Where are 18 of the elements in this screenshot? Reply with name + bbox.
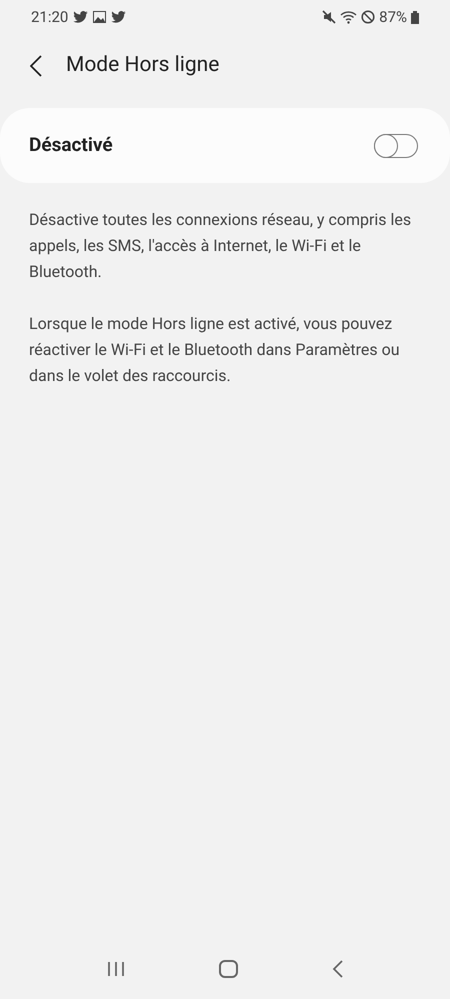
- page-title: Mode Hors ligne: [66, 52, 220, 80]
- description-text: Désactive toutes les connexions réseau, y compris les appels, les SMS, l'accès à Internet, le Wi-Fi et le Bluetooth.: [29, 209, 412, 283]
- battery-icon: [411, 10, 419, 24]
- recent-apps-icon[interactable]: [107, 961, 125, 977]
- toggle-switch[interactable]: [374, 134, 418, 158]
- home-icon[interactable]: [219, 960, 238, 978]
- bird-icon: [73, 11, 88, 23]
- mute-icon: [322, 10, 336, 24]
- back-icon: [30, 55, 42, 77]
- battery-level: 87%: [379, 6, 407, 28]
- status-time: 21:20: [31, 6, 68, 28]
- image-icon: [93, 11, 106, 23]
- description-text: Lorsque le mode Hors ligne est activé, vous pouvez réactiver le Wi-Fi et le Bluetooth dans Paramètres ou dans le volet des raccourcis.: [29, 313, 401, 387]
- block-icon: [361, 10, 376, 24]
- wifi-icon: [340, 10, 358, 24]
- setting-label: Désactivé: [29, 132, 113, 158]
- bird-icon: [111, 11, 126, 23]
- back-icon[interactable]: [332, 960, 343, 978]
